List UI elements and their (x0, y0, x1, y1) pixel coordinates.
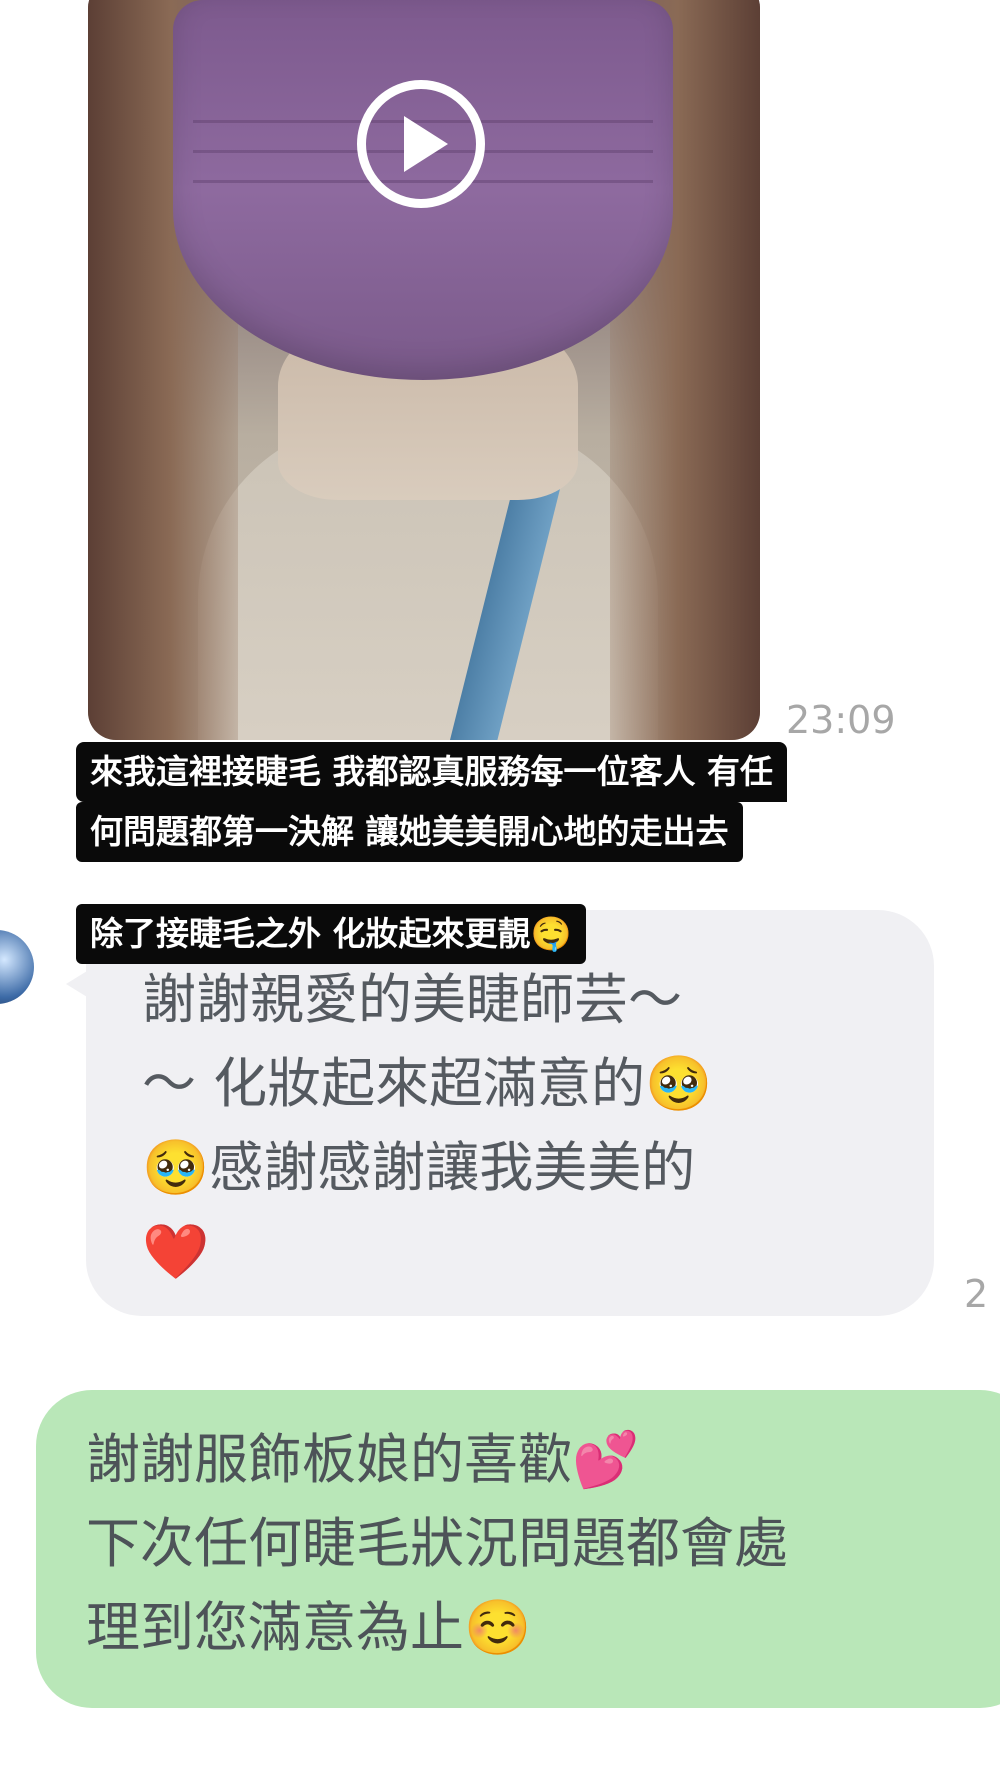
sent-line-1: 謝謝服飾板娘的喜歡💕 (86, 1428, 640, 1491)
received-line-3: 🥹感謝感謝讓我美美的 (142, 1136, 696, 1199)
received-timestamp: 2 (964, 1272, 989, 1316)
sent-message-text: 謝謝服飾板娘的喜歡💕 下次任何睫毛狀況問題都會處 理到您滿意為止☺️ (86, 1418, 986, 1670)
received-line-4: ❤️ (142, 1220, 210, 1283)
caption-line-1: 來我這裡接睫毛 我都認真服務每一位客人 有任 (76, 742, 787, 802)
received-line-2: ～ 化妝起來超滿意的🥹 (142, 1052, 713, 1115)
caption-line-3: 除了接睫毛之外 化妝起來更靚🤤 (76, 904, 586, 964)
video-timestamp: 23:09 (786, 698, 896, 742)
sent-line-3: 理到您滿意為止☺️ (86, 1596, 532, 1659)
received-line-1: 謝謝親愛的美睫師芸～ (142, 968, 682, 1031)
received-message-text: 謝謝親愛的美睫師芸～ ～ 化妝起來超滿意的🥹 🥹感謝感謝讓我美美的 ❤️ (142, 958, 902, 1294)
caption-line-2: 何問題都第一決解 讓她美美開心地的走出去 (76, 802, 743, 862)
avatar[interactable] (0, 930, 34, 1004)
sent-line-2: 下次任何睫毛狀況問題都會處 (86, 1512, 788, 1575)
play-icon[interactable] (357, 80, 485, 208)
